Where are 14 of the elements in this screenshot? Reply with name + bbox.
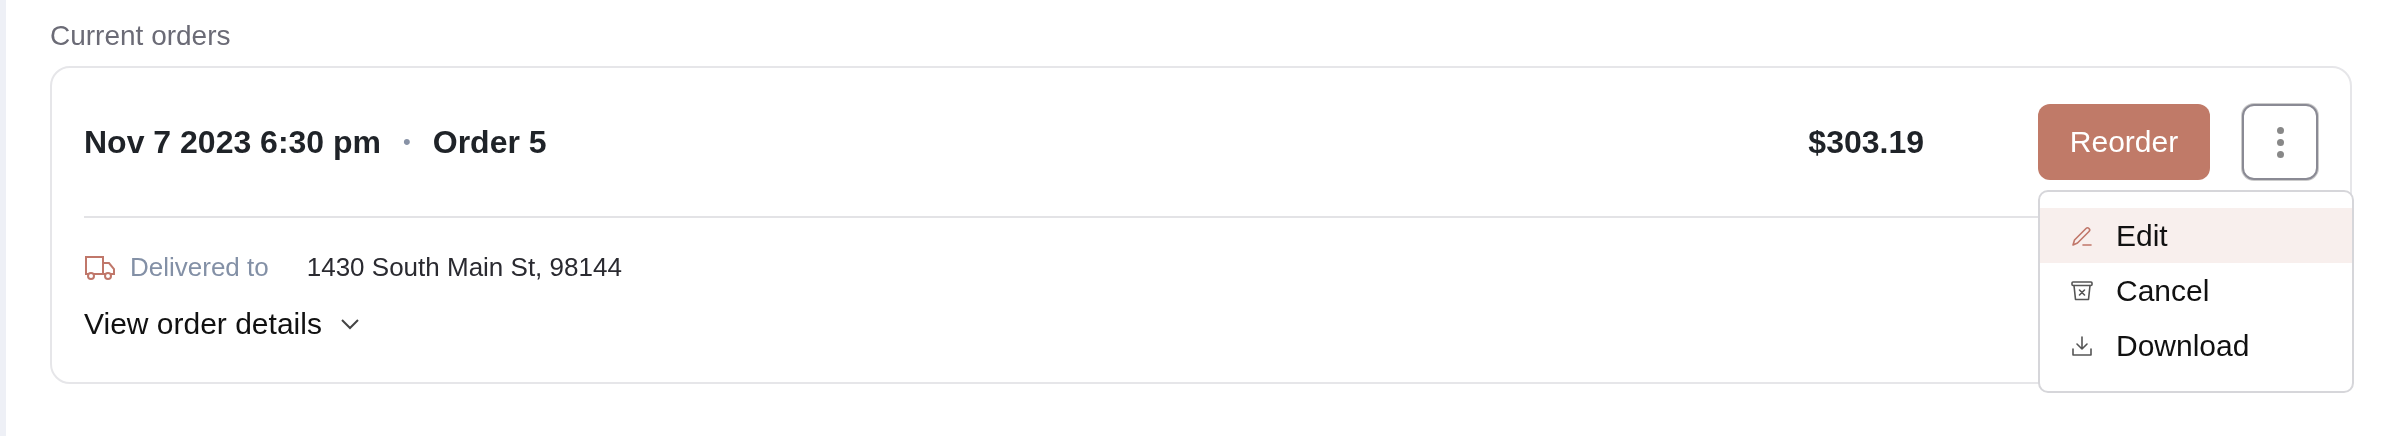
- section-title: Current orders: [50, 20, 232, 52]
- trash-icon: [2070, 278, 2094, 303]
- menu-item[interactable]: Edit: [2040, 208, 2352, 263]
- order-number: Order 5: [432, 123, 547, 161]
- view-order-details-link[interactable]: View order details: [84, 307, 360, 341]
- separator-dot: •: [403, 129, 411, 155]
- truck-icon: [84, 253, 116, 282]
- download-icon: [2070, 333, 2094, 358]
- order-date: Nov 7 2023 6:30 pm: [84, 123, 382, 161]
- delivery-label: Delivered to: [130, 252, 269, 283]
- order-total: $303.19: [1808, 123, 1924, 161]
- more-options-button[interactable]: [2242, 104, 2318, 180]
- delivery-address: 1430 South Main St, 98144: [306, 252, 622, 283]
- chevron-icon: [339, 318, 360, 330]
